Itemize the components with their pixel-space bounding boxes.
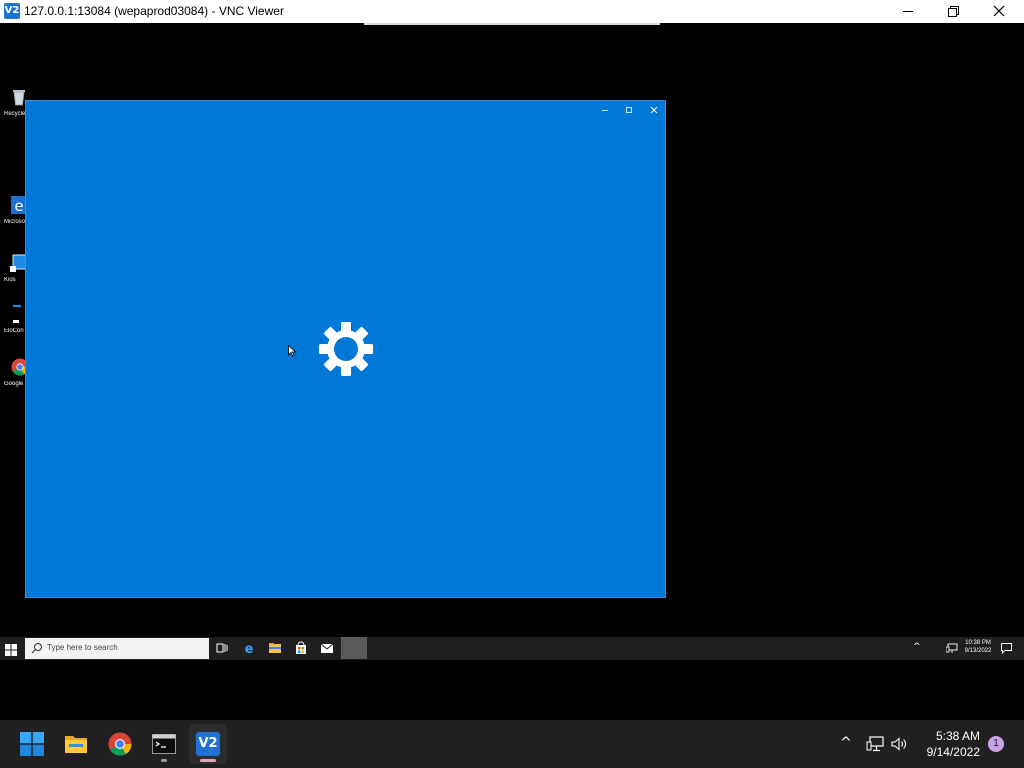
chrome-icon[interactable]: [108, 732, 132, 756]
close-icon: [650, 106, 658, 114]
edge-icon[interactable]: e: [242, 641, 256, 655]
restore-button[interactable]: [930, 0, 976, 23]
remote-clock-date[interactable]: 9/13/2022: [960, 648, 996, 654]
window-title: 127.0.0.1:13084 (wepaprod03084) - VNC Vi…: [24, 4, 284, 18]
search-icon: [31, 643, 42, 654]
svg-text:e: e: [14, 197, 23, 214]
host-clock-date[interactable]: 9/14/2022: [916, 745, 980, 759]
settings-app-window[interactable]: [25, 100, 666, 598]
notification-badge[interactable]: 1: [988, 736, 1004, 752]
maximize-icon: [626, 107, 632, 113]
show-hidden-icons-icon[interactable]: ^: [913, 642, 921, 652]
vnc-active-indicator: [200, 759, 216, 762]
close-icon: [993, 5, 1005, 17]
file-explorer-icon[interactable]: [268, 641, 282, 655]
svg-text:e: e: [245, 642, 254, 655]
vnc-logo-icon: V2: [4, 3, 20, 19]
minimize-icon: [602, 110, 608, 111]
show-hidden-icons-icon[interactable]: ^: [840, 735, 852, 751]
remote-clock-time[interactable]: 10:38 PM: [960, 640, 996, 646]
app-close-button[interactable]: [642, 103, 666, 117]
notification-center-icon[interactable]: [1001, 643, 1012, 654]
mail-icon[interactable]: [320, 641, 334, 655]
store-icon[interactable]: [294, 641, 308, 655]
remote-top-strip: [364, 23, 660, 25]
terminal-running-indicator: [161, 759, 167, 762]
search-placeholder: Type here to search: [47, 643, 118, 652]
host-clock-time[interactable]: 5:38 AM: [916, 729, 980, 743]
gear-icon: [319, 322, 373, 376]
network-icon[interactable]: [946, 643, 958, 654]
windows-start-icon[interactable]: [5, 644, 17, 656]
close-button[interactable]: [976, 0, 1022, 23]
minimize-button[interactable]: [885, 0, 931, 23]
app-maximize-button[interactable]: [617, 103, 641, 117]
task-view-icon[interactable]: [215, 641, 229, 655]
remote-active-app[interactable]: [341, 637, 367, 659]
network-icon[interactable]: [866, 736, 884, 752]
terminal-icon[interactable]: [152, 732, 176, 756]
vnc-viewer-icon: V2: [196, 732, 220, 756]
file-explorer-icon[interactable]: [64, 732, 88, 756]
start-icon[interactable]: [20, 732, 44, 756]
volume-icon[interactable]: [891, 736, 909, 752]
restore-icon: [948, 6, 959, 17]
app-minimize-button[interactable]: [593, 103, 617, 117]
minimize-icon: [903, 11, 913, 12]
mouse-cursor-icon: [288, 345, 296, 357]
